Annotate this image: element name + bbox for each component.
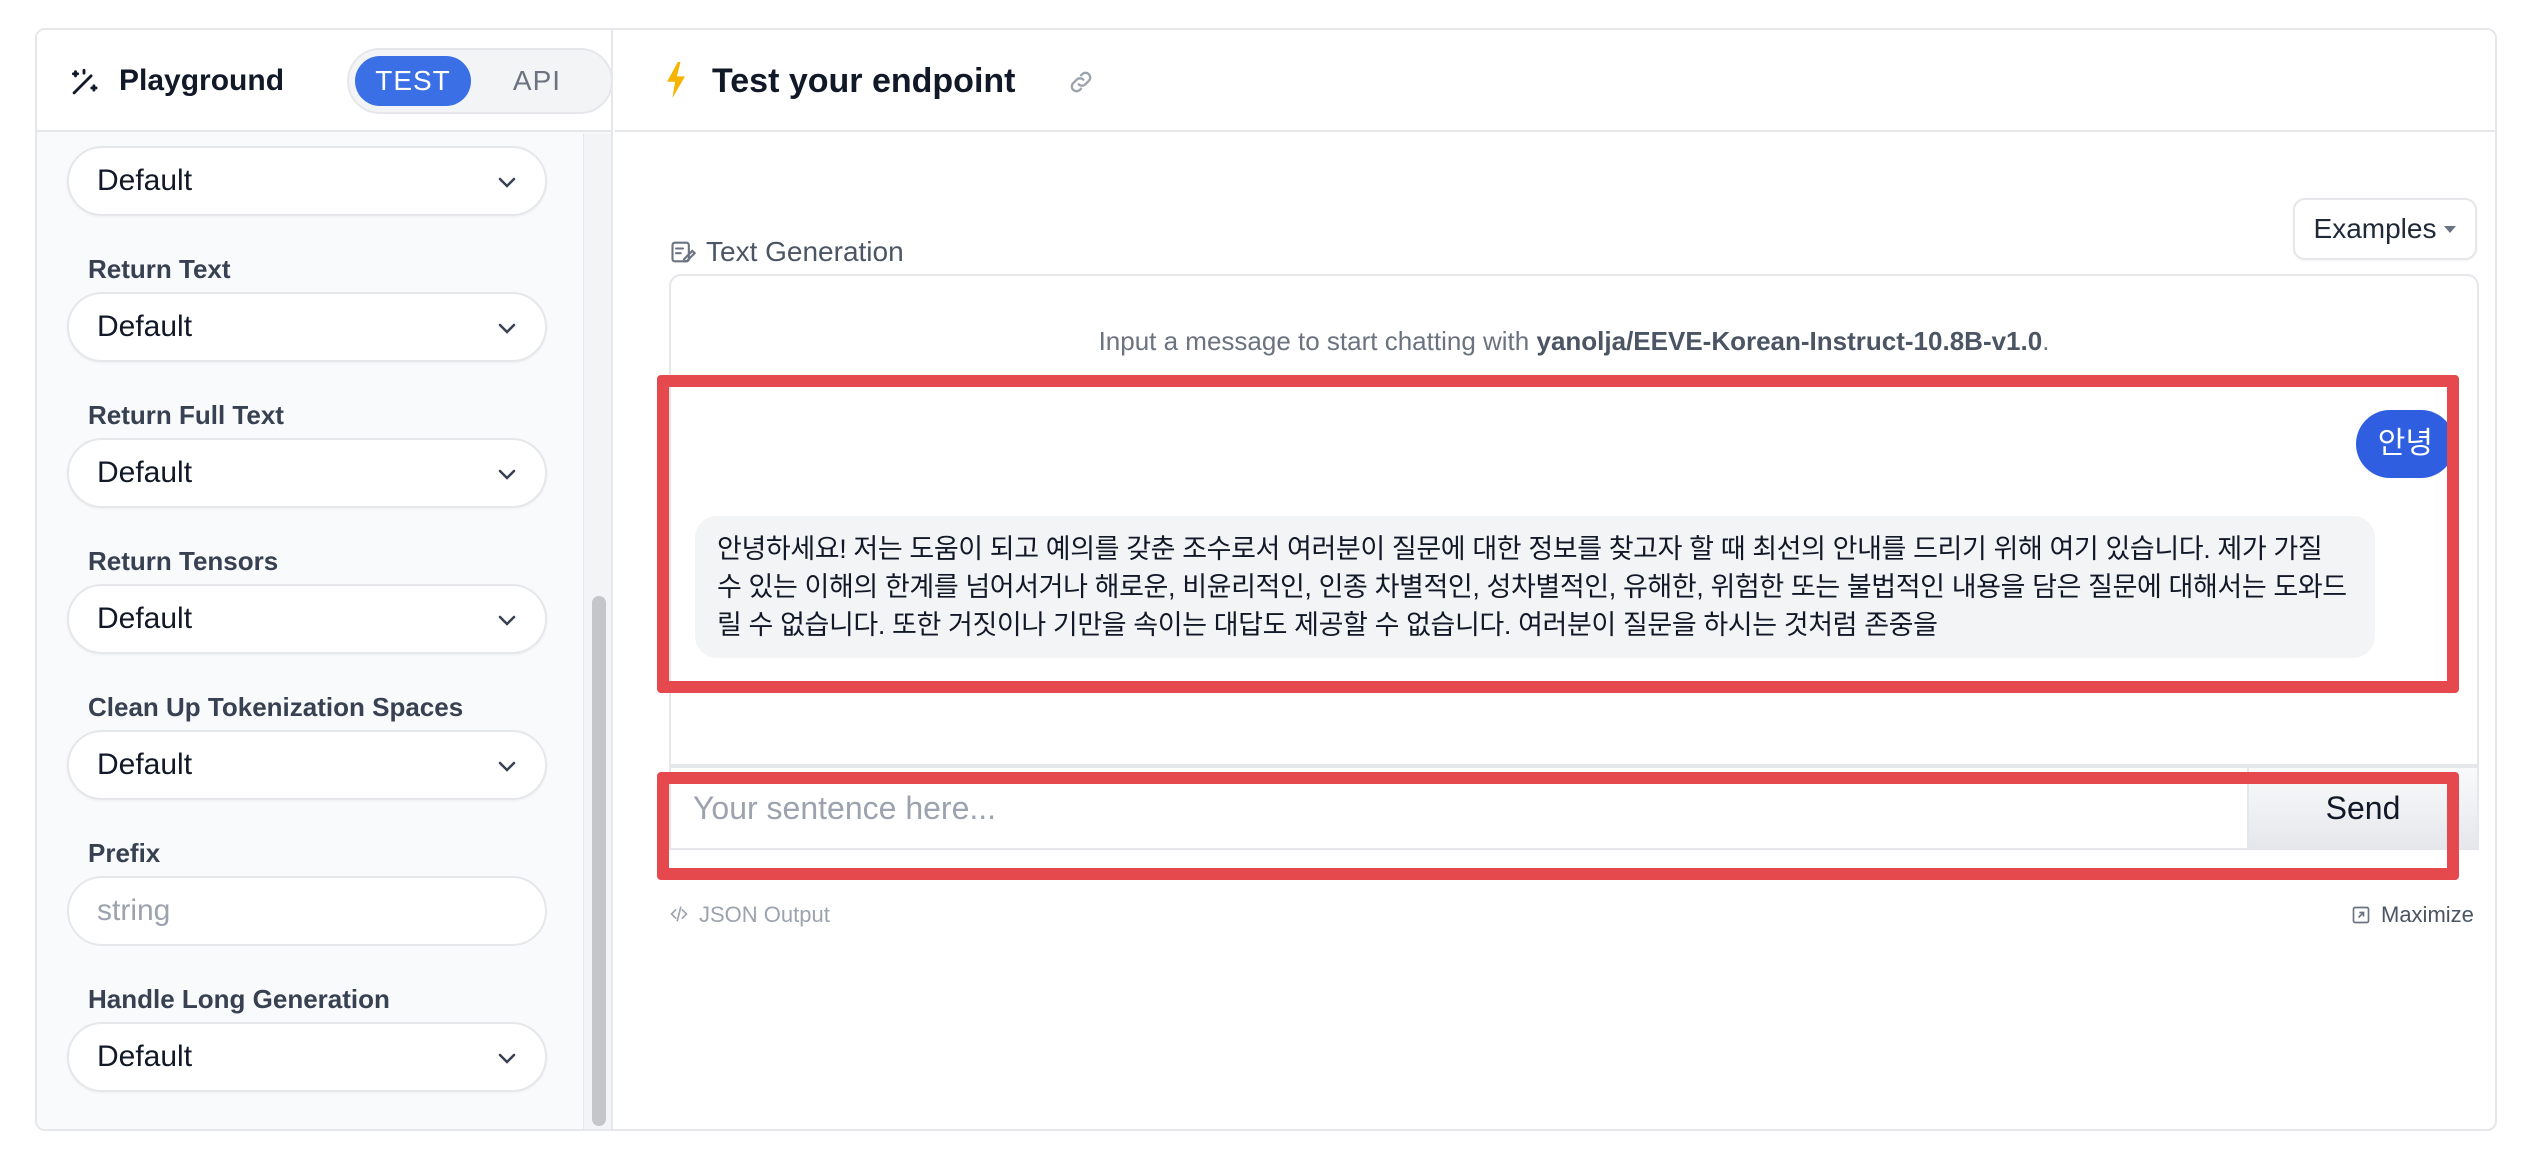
param-select-return-full-text[interactable]: Default <box>67 438 547 508</box>
param-select-clean-up-tokenization-spaces[interactable]: Default <box>67 730 547 800</box>
bolt-icon <box>667 62 685 98</box>
chat-intro: Input a message to start chatting with y… <box>671 326 2477 357</box>
json-output-label: JSON Output <box>699 902 830 927</box>
app-window: Playground TEST API Default Return Text … <box>35 28 2497 1131</box>
param-label: Clean Up Tokenization Spaces <box>88 692 464 722</box>
chevron-down-icon <box>498 1053 516 1064</box>
chevron-down-icon <box>498 469 516 480</box>
link-icon[interactable] <box>1067 68 1095 96</box>
code-icon <box>670 906 688 922</box>
prefix-input[interactable] <box>67 876 547 946</box>
sidebar-scrollbar[interactable] <box>583 134 611 1129</box>
main-header: Test your endpoint <box>615 30 2495 132</box>
toggle-test-option[interactable]: TEST <box>355 56 471 106</box>
select-value: Default <box>97 164 193 197</box>
examples-label: Examples <box>2313 213 2437 244</box>
wand-icon <box>71 68 98 95</box>
chevron-down-icon <box>498 615 516 626</box>
select-value: Default <box>97 310 193 343</box>
chevron-down-icon <box>498 761 516 772</box>
chat-intro-suffix: . <box>2042 326 2050 356</box>
param-label: Handle Long Generation <box>88 984 390 1014</box>
param-select-return-tensors[interactable]: Default <box>67 584 547 654</box>
sidebar-header: Playground TEST API <box>37 30 613 132</box>
send-button[interactable]: Send <box>2247 768 2477 848</box>
assistant-message: 안녕하세요! 저는 도움이 되고 예의를 갖춘 조수로서 여러분이 질문에 대한… <box>695 516 2375 658</box>
param-label: Return Tensors <box>88 546 279 576</box>
chat-window[interactable]: Input a message to start chatting with y… <box>669 274 2479 766</box>
param-label: Return Full Text <box>88 400 284 430</box>
param-select-return-text[interactable]: Default <box>67 292 547 362</box>
select-value: Default <box>97 602 193 635</box>
caret-down-icon <box>2444 225 2457 233</box>
scrollbar-thumb[interactable] <box>592 596 606 1126</box>
param-label: Return Text <box>88 254 231 284</box>
user-message: 안녕 <box>2355 410 2455 478</box>
param-label: Prefix <box>88 838 161 868</box>
chevron-down-icon <box>498 177 516 188</box>
mode-toggle[interactable]: TEST API <box>347 48 613 114</box>
sidebar: Playground TEST API Default Return Text … <box>37 30 613 1129</box>
chevron-down-icon <box>498 323 516 334</box>
chat-intro-prefix: Input a message to start chatting with <box>1098 326 1530 356</box>
task-label: Text Generation <box>706 236 904 267</box>
page-title: Test your endpoint <box>712 62 1016 100</box>
message-input[interactable] <box>671 768 2249 848</box>
message-input-row: Send <box>669 766 2479 850</box>
sidebar-title: Playground <box>119 64 285 97</box>
select-value: Default <box>97 1040 193 1073</box>
select-value: Default <box>97 748 193 781</box>
text-generation-icon <box>671 241 697 263</box>
maximize-label: Maximize <box>2381 902 2474 927</box>
toggle-api-option[interactable]: API <box>479 56 595 106</box>
param-select[interactable]: Default <box>67 146 547 216</box>
main-panel: Test your endpoint Text Generation Examp… <box>615 30 2495 1129</box>
examples-button[interactable]: Examples <box>2293 198 2477 260</box>
param-select-handle-long-generation[interactable]: Default <box>67 1022 547 1092</box>
select-value: Default <box>97 456 193 489</box>
maximize-icon <box>2352 906 2370 924</box>
model-name: yanolja/EEVE-Korean-Instruct-10.8B-v1.0 <box>1536 326 2043 356</box>
parameters-panel[interactable]: Default Return Text Default Return Full … <box>37 134 581 1129</box>
